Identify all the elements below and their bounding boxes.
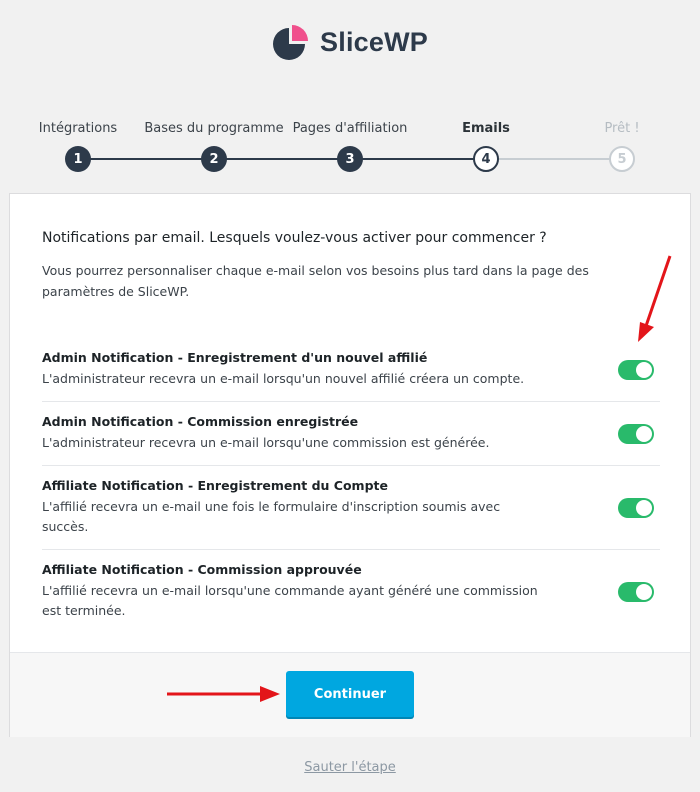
notification-toggle[interactable] bbox=[618, 423, 654, 444]
step-connector bbox=[78, 158, 214, 160]
notification-title: Admin Notification - Commission enregist… bbox=[42, 414, 359, 429]
step-label: Pages d'affiliation bbox=[292, 121, 408, 136]
step-program-basics: Bases du programme bbox=[144, 120, 284, 138]
notification-description: L'administrateur recevra un e-mail lorsq… bbox=[42, 371, 525, 386]
step-number-5: 5 bbox=[609, 146, 635, 172]
toggle-knob bbox=[636, 425, 652, 442]
step-integrations: Intégrations bbox=[8, 120, 148, 138]
step-label: Prêt ! bbox=[604, 121, 640, 136]
step-label: Emails bbox=[462, 121, 510, 136]
notification-title: Affiliate Notification - Enregistrement … bbox=[42, 478, 388, 493]
notification-description: L'administrateur recevra un e-mail lorsq… bbox=[42, 435, 490, 450]
step-number-3[interactable]: 3 bbox=[337, 146, 363, 172]
notification-description: L'affilié recevra un e-mail une fois le … bbox=[42, 499, 501, 534]
step-number-2[interactable]: 2 bbox=[201, 146, 227, 172]
card-title: Notifications par email. Lesquels voulez… bbox=[42, 230, 547, 246]
step-emails: Emails bbox=[416, 120, 556, 138]
notification-item: Affiliate Notification - Commission appr… bbox=[42, 550, 660, 633]
notification-title: Admin Notification - Enregistrement d'un… bbox=[42, 350, 428, 365]
notification-toggle[interactable] bbox=[618, 497, 654, 518]
card-description: Vous pourrez personnaliser chaque e-mail… bbox=[42, 263, 589, 299]
notification-item: Admin Notification - Commission enregist… bbox=[42, 402, 660, 466]
notification-item: Admin Notification - Enregistrement d'un… bbox=[42, 338, 660, 402]
toggle-knob bbox=[636, 499, 652, 516]
step-ready: Prêt ! bbox=[552, 120, 692, 138]
step-label: Bases du programme bbox=[144, 121, 284, 136]
notification-toggle[interactable] bbox=[618, 359, 654, 380]
step-label: Intégrations bbox=[38, 121, 118, 136]
step-number-1[interactable]: 1 bbox=[65, 146, 91, 172]
notification-list: Admin Notification - Enregistrement d'un… bbox=[42, 338, 660, 633]
toggle-knob bbox=[636, 583, 652, 600]
email-notifications-card: Notifications par email. Lesquels voulez… bbox=[9, 193, 691, 737]
slicewp-logo-icon bbox=[273, 25, 309, 60]
step-connector bbox=[214, 158, 350, 160]
step-connector bbox=[350, 158, 486, 160]
notification-title: Affiliate Notification - Commission appr… bbox=[42, 562, 362, 577]
step-affiliate-pages: Pages d'affiliation bbox=[280, 120, 420, 138]
notification-toggle[interactable] bbox=[618, 581, 654, 602]
step-connector bbox=[486, 158, 622, 160]
continue-button[interactable]: Continuer bbox=[286, 671, 414, 717]
logo: SliceWP bbox=[0, 22, 700, 62]
notification-description: L'affilié recevra un e-mail lorsqu'une c… bbox=[42, 583, 538, 618]
notification-item: Affiliate Notification - Enregistrement … bbox=[42, 466, 660, 550]
toggle-knob bbox=[636, 361, 652, 378]
step-number-4: 4 bbox=[473, 146, 499, 172]
card-footer: Continuer bbox=[10, 652, 690, 737]
skip-step-link[interactable]: Sauter l'étape bbox=[0, 760, 700, 775]
brand-name: SliceWP bbox=[320, 26, 428, 57]
